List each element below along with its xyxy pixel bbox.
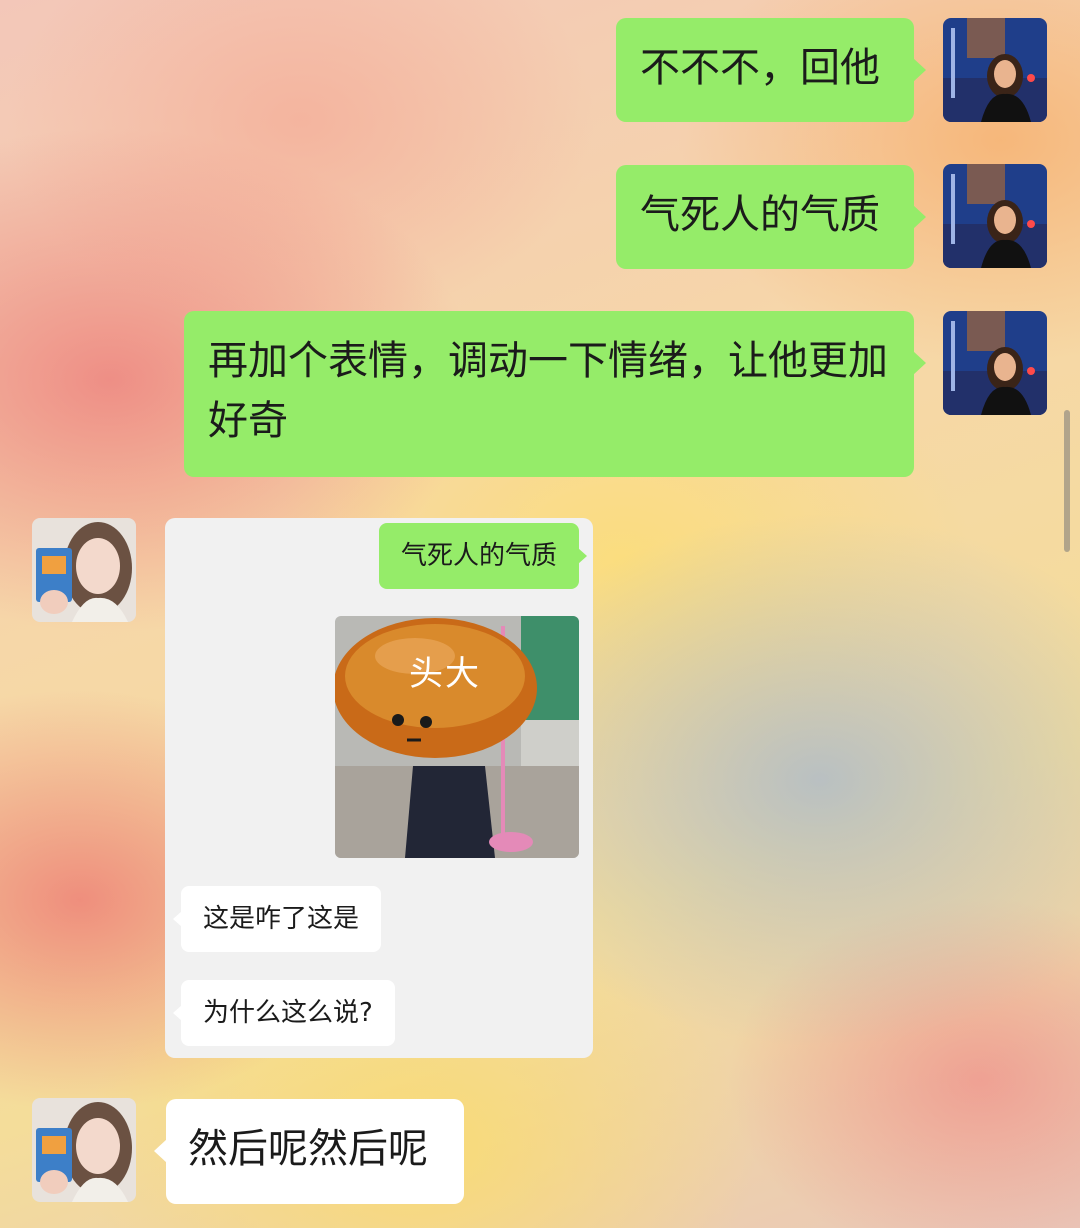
forwarded-sent-bubble: 气死人的气质	[378, 523, 588, 589]
scrollbar[interactable]	[1064, 410, 1070, 552]
forwarded-reply-bubble: 为什么这么说?	[173, 980, 395, 1046]
message-text: 再加个表情，调动一下情绪，让他更加好奇	[208, 338, 888, 444]
my-avatar[interactable]	[943, 164, 1047, 268]
forwarded-reply-bubble: 这是咋了这是	[172, 886, 382, 952]
my-avatar[interactable]	[943, 311, 1047, 415]
message-bubble-sent[interactable]: 再加个表情，调动一下情绪，让他更加好奇	[184, 311, 926, 477]
message-bubble-received[interactable]: 然后呢然后呢	[154, 1099, 464, 1204]
friend-avatar[interactable]	[32, 518, 136, 622]
message-text: 气死人的气质	[640, 192, 880, 238]
sticker-caption: 头大	[409, 654, 481, 694]
forwarded-sent-text: 气死人的气质	[400, 541, 557, 571]
message-text: 不不不，回他	[640, 45, 880, 91]
forwarded-chat-card[interactable]: 气死人的气质 头大 这是咋了这是 为什么这么说?	[165, 518, 593, 1058]
my-avatar[interactable]	[943, 18, 1047, 122]
message-text: 然后呢然后呢	[188, 1126, 428, 1172]
friend-avatar[interactable]	[32, 1098, 136, 1202]
message-bubble-sent[interactable]: 不不不，回他	[616, 18, 926, 122]
forwarded-reply-text: 这是咋了这是	[203, 904, 360, 934]
message-bubble-sent[interactable]: 气死人的气质	[616, 165, 926, 269]
forwarded-reply-text: 为什么这么说?	[203, 998, 373, 1028]
sticker-image[interactable]: 头大	[335, 616, 579, 858]
